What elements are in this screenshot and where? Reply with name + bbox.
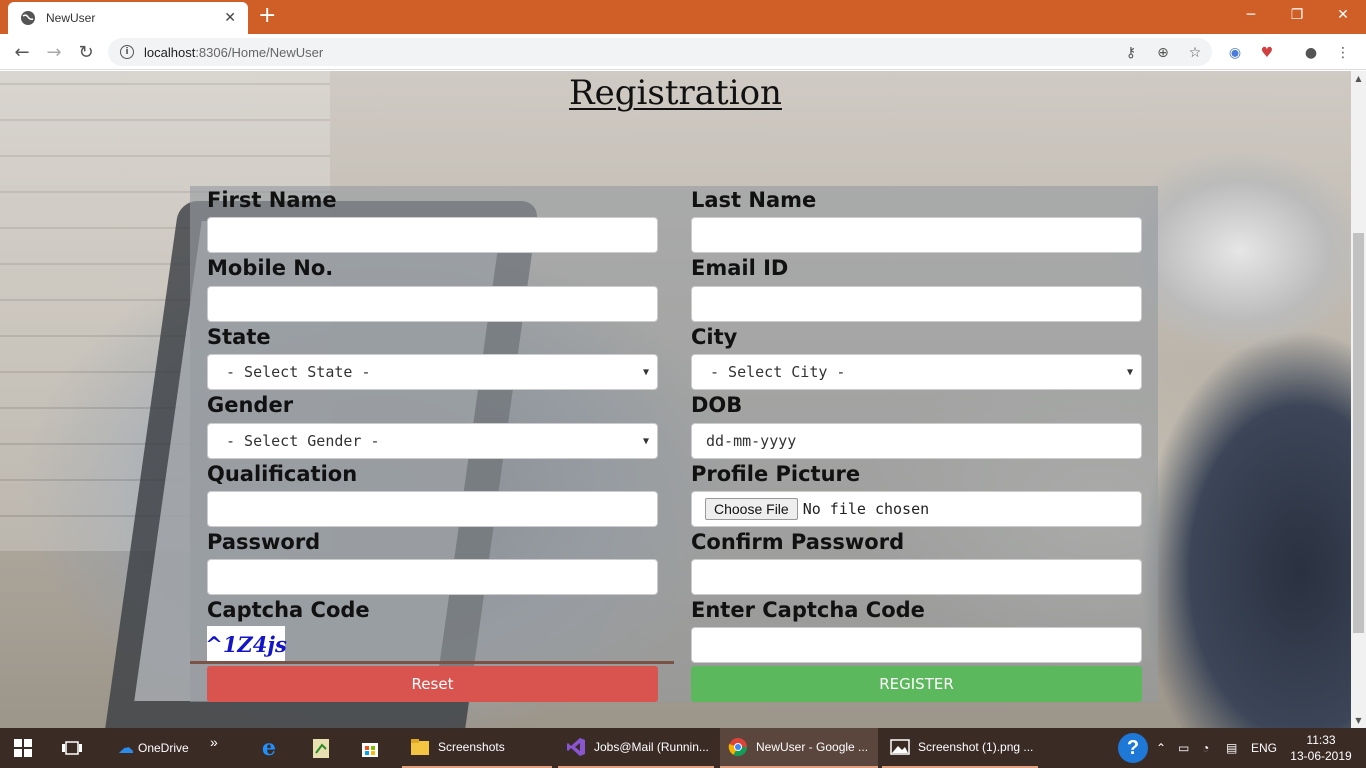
edge-icon[interactable]: e — [262, 728, 276, 768]
browser-toolbar: ← → ↻ i localhost:8306/Home/NewUser ⚷ ⊕ … — [0, 34, 1366, 70]
gender-selected-value: - Select Gender - — [226, 432, 380, 450]
taskbar-chrome[interactable]: NewUser - Google ... — [720, 728, 878, 768]
email-label: Email ID — [691, 256, 789, 280]
cloud-icon: ☁ — [118, 740, 134, 757]
folder-icon — [411, 739, 429, 755]
windows-icon — [14, 739, 32, 757]
confirm-password-input[interactable] — [691, 559, 1142, 595]
network-icon[interactable]: ◔ — [1202, 728, 1209, 768]
qualification-input[interactable] — [207, 491, 658, 527]
bookmark-star-icon[interactable]: ☆ — [1186, 44, 1204, 62]
profile-picture-input: Choose File No file chosen — [691, 491, 1142, 527]
browser-tab[interactable]: NewUser ✕ — [8, 2, 248, 34]
confirm-password-label: Confirm Password — [691, 530, 905, 554]
taskbar-visual-studio[interactable]: Jobs@Mail (Runnin... — [558, 728, 714, 768]
help-icon[interactable]: ? — [1118, 728, 1148, 768]
clock-date: 13-06-2019 — [1290, 749, 1352, 763]
zoom-icon[interactable]: ⊕ — [1154, 44, 1172, 62]
key-icon[interactable]: ⚷ — [1122, 44, 1140, 62]
toolbar-overflow[interactable]: » — [210, 722, 218, 762]
address-bar[interactable]: i localhost:8306/Home/NewUser — [108, 38, 1212, 66]
last-name-label: Last Name — [691, 188, 817, 212]
page-background: Registration — [0, 71, 1351, 728]
qualification-label: Qualification — [207, 462, 358, 486]
last-name-input[interactable] — [691, 217, 1142, 253]
forward-icon[interactable]: → — [42, 40, 66, 64]
chrome-icon — [728, 738, 747, 757]
info-icon[interactable]: i — [120, 45, 134, 59]
tab-close-icon[interactable]: ✕ — [224, 10, 236, 26]
gender-select[interactable]: - Select Gender - ▼ — [207, 423, 658, 459]
dropdown-arrow-icon: ▼ — [642, 435, 649, 447]
first-name-label: First Name — [207, 188, 337, 212]
first-name-input[interactable] — [207, 217, 658, 253]
page-title: Registration — [569, 73, 782, 113]
restore-button[interactable]: ❐ — [1274, 0, 1320, 30]
extension-icon[interactable]: ♥ — [1258, 44, 1276, 62]
minimize-button[interactable]: ─ — [1228, 0, 1274, 30]
clock-time: 11:33 — [1306, 733, 1336, 747]
scroll-down-icon[interactable]: ▼ — [1351, 713, 1366, 728]
visual-studio-icon — [567, 738, 585, 756]
taskbar-screenshots[interactable]: Screenshots — [402, 728, 552, 768]
notifications-icon[interactable]: ▤ — [1226, 728, 1237, 768]
photos-icon — [890, 739, 910, 755]
browser-titlebar: NewUser ✕ + ─ ❐ ✕ — [0, 0, 1366, 34]
city-select[interactable]: - Select City - ▼ — [691, 354, 1142, 390]
menu-icon[interactable]: ⋮ — [1334, 44, 1352, 62]
dob-placeholder: dd-mm-yyyy — [706, 432, 797, 450]
password-input[interactable] — [207, 559, 658, 595]
globe-icon — [21, 11, 35, 25]
dob-label: DOB — [691, 393, 743, 417]
scroll-up-icon[interactable]: ▲ — [1351, 71, 1366, 86]
gender-label: Gender — [207, 393, 294, 417]
enter-captcha-label: Enter Captcha Code — [691, 598, 925, 622]
windows-taskbar: ☁ OneDrive » e Screenshots Jobs@Mail (Ru… — [0, 728, 1366, 768]
show-hidden-icons-icon[interactable]: ⌃ — [1156, 728, 1166, 768]
dropdown-arrow-icon: ▼ — [1126, 366, 1133, 378]
tab-title: NewUser — [46, 11, 96, 25]
back-icon[interactable]: ← — [10, 40, 34, 64]
url-text: localhost:8306/Home/NewUser — [144, 44, 324, 60]
scrollbar-thumb[interactable] — [1353, 233, 1364, 633]
divider — [190, 661, 674, 664]
page-scrollbar[interactable]: ▲ ▼ — [1351, 71, 1366, 728]
taskbar-photos[interactable]: Screenshot (1).png ... — [882, 728, 1038, 768]
task-view-icon[interactable] — [62, 728, 82, 768]
captcha-input[interactable] — [691, 627, 1142, 663]
profile-picture-label: Profile Picture — [691, 462, 861, 486]
mobile-label: Mobile No. — [207, 256, 334, 280]
city-selected-value: - Select City - — [710, 363, 846, 381]
captcha-image: ^1Z4js — [205, 626, 287, 662]
city-label: City — [691, 325, 738, 349]
password-label: Password — [207, 530, 321, 554]
choose-file-button[interactable]: Choose File — [705, 498, 798, 520]
new-tab-button[interactable]: + — [258, 4, 276, 28]
state-select[interactable]: - Select State - ▼ — [207, 354, 658, 390]
state-selected-value: - Select State - — [226, 363, 371, 381]
start-button[interactable] — [14, 728, 32, 768]
dob-input[interactable]: dd-mm-yyyy — [691, 423, 1142, 459]
notepad-icon[interactable] — [312, 728, 330, 768]
email-input[interactable] — [691, 286, 1142, 322]
battery-icon[interactable]: ▭ — [1178, 728, 1189, 768]
register-button[interactable]: REGISTER — [691, 666, 1142, 702]
store-icon[interactable] — [360, 728, 380, 768]
mobile-input[interactable] — [207, 286, 658, 322]
state-label: State — [207, 325, 271, 349]
taskbar-onedrive[interactable]: ☁ OneDrive — [118, 728, 189, 768]
dropdown-arrow-icon: ▼ — [642, 366, 649, 378]
clock[interactable]: 11:33 13-06-2019 — [1286, 728, 1356, 768]
profile-icon[interactable]: ● — [1302, 44, 1320, 62]
reload-icon[interactable]: ↻ — [74, 40, 98, 64]
file-status-text: No file chosen — [802, 500, 930, 518]
captcha-label: Captcha Code — [207, 598, 370, 622]
reset-button[interactable]: Reset — [207, 666, 658, 702]
close-window-button[interactable]: ✕ — [1320, 0, 1366, 30]
extension-icon[interactable]: ◉ — [1226, 44, 1244, 62]
language-indicator[interactable]: ENG — [1251, 728, 1277, 768]
